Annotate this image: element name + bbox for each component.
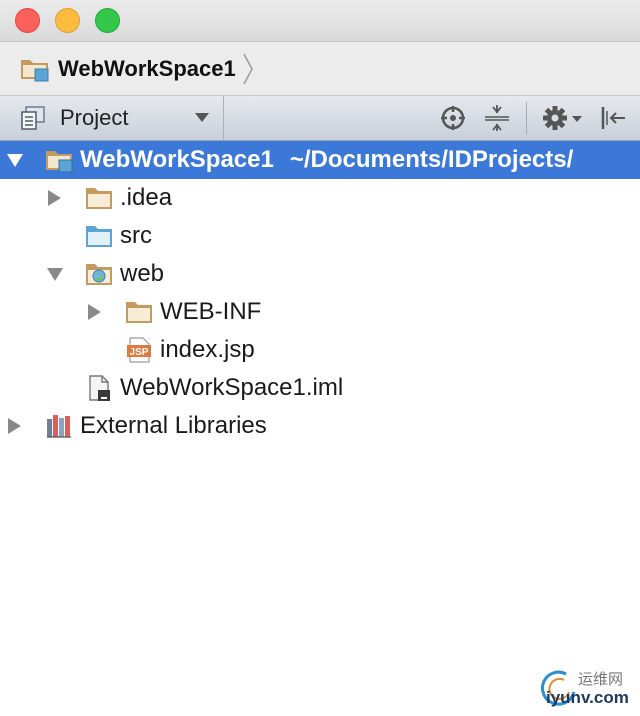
folder-icon xyxy=(126,302,152,323)
tree-node-label: WEB-INF xyxy=(160,298,262,325)
watermark-url: iyunv.com xyxy=(546,688,629,707)
chevron-down-icon xyxy=(195,113,209,122)
tree-node-label: src xyxy=(120,222,152,249)
project-view-icon xyxy=(21,106,45,130)
tree-node-indexjsp[interactable]: JSP index.jsp xyxy=(0,331,640,369)
close-window-button[interactable] xyxy=(15,8,40,33)
collapse-all-icon xyxy=(485,105,509,131)
collapsed-arrow-icon[interactable] xyxy=(88,304,101,320)
breadcrumb-label: WebWorkSpace1 xyxy=(58,56,236,81)
collapsed-arrow-icon[interactable] xyxy=(48,190,61,206)
expanded-arrow-icon[interactable] xyxy=(7,154,23,167)
module-folder-icon xyxy=(21,60,49,82)
tree-node-label: index.jsp xyxy=(160,336,255,363)
jsp-file-icon: JSP xyxy=(127,337,151,363)
view-selector-dropdown[interactable]: Project xyxy=(0,96,224,140)
tree-node-root[interactable]: WebWorkSpace1 ~/Documents/IDProjects/ xyxy=(0,141,640,179)
collapse-all-button[interactable] xyxy=(484,105,510,131)
tree-node-external-libraries[interactable]: External Libraries xyxy=(0,407,640,445)
tree-node-label: .idea xyxy=(120,184,173,211)
library-icon xyxy=(47,415,71,438)
watermark-logo: 运维网 iyunv.com xyxy=(536,664,636,712)
window-titlebar xyxy=(0,0,640,42)
tree-node-web[interactable]: web xyxy=(0,255,640,293)
tree-node-iml[interactable]: WebWorkSpace1.iml xyxy=(0,369,640,407)
toolbar-separator xyxy=(526,102,527,134)
navigation-bar: WebWorkSpace1 xyxy=(0,42,640,96)
tree-node-label: web xyxy=(120,260,165,287)
hide-tool-window-button[interactable] xyxy=(600,105,626,131)
iml-file-icon xyxy=(89,375,110,401)
jsp-badge: JSP xyxy=(130,347,149,358)
source-folder-icon xyxy=(86,226,112,247)
collapsed-arrow-icon[interactable] xyxy=(8,418,21,434)
hide-icon xyxy=(601,107,625,129)
tree-node-webinf[interactable]: WEB-INF xyxy=(0,293,640,331)
tree-node-label: External Libraries xyxy=(80,412,267,439)
tree-node-src[interactable]: src xyxy=(0,217,640,255)
tree-node-label: WebWorkSpace1.iml xyxy=(120,374,344,401)
folder-icon xyxy=(86,188,112,209)
tree-node-idea[interactable]: .idea xyxy=(0,179,640,217)
gear-icon xyxy=(543,106,582,130)
expanded-arrow-icon[interactable] xyxy=(47,268,63,281)
zoom-window-button[interactable] xyxy=(95,8,120,33)
project-tool-window-header: Project xyxy=(0,96,640,141)
breadcrumb-separator-icon xyxy=(243,53,253,85)
locate-icon xyxy=(441,106,465,130)
tree-node-label: WebWorkSpace1 ~/Documents/IDProjects/ xyxy=(80,146,574,173)
breadcrumb-item-project[interactable]: WebWorkSpace1 xyxy=(20,53,254,85)
module-folder-icon xyxy=(46,151,73,173)
project-path: ~/Documents/IDProjects/ xyxy=(289,146,574,173)
minimize-window-button[interactable] xyxy=(55,8,80,33)
settings-dropdown-button[interactable] xyxy=(542,105,584,131)
watermark-text-cn: 运维网 xyxy=(578,670,624,688)
web-folder-icon xyxy=(86,264,112,285)
scroll-from-source-button[interactable] xyxy=(440,105,466,131)
view-selector-label: Project xyxy=(60,105,129,130)
